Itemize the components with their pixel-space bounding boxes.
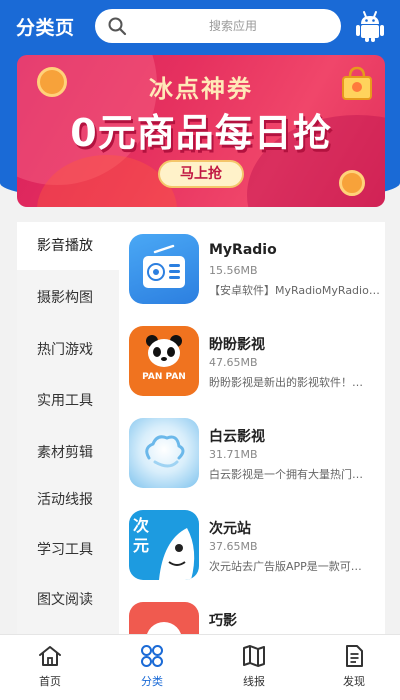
app-item-panpan[interactable]: PAN PAN 盼盼影视 47.65MB 盼盼影视是新出的影视软件！… [119, 314, 385, 406]
app-name: 盼盼影视 [209, 337, 265, 353]
app-size: 15.56MB [209, 264, 258, 277]
app-size: 47.65MB [209, 356, 258, 369]
category-item-reading[interactable]: 图文阅读 [17, 576, 119, 624]
category-item-utilities[interactable]: 实用工具 [17, 377, 119, 425]
app-description: 次元站去广告版APP是一款可… [209, 560, 362, 573]
app-name: 白云影视 [209, 429, 265, 445]
app-description: 白云影视是一个拥有大量热门… [209, 468, 363, 481]
category-item-promotions[interactable]: 活动线报 [17, 476, 119, 524]
app-description: 盼盼影视是新出的影视软件！… [209, 376, 363, 389]
category-page: 分类页 搜索应用 冰点神券 0元商品每日抢 马上抢 影音播放 摄影构图 热门游戏… [0, 0, 400, 700]
panda-icon: PAN PAN [129, 326, 199, 396]
anime-icon: 次元 [129, 510, 199, 580]
grab-now-button[interactable]: 马上抢 [158, 160, 244, 188]
search-input[interactable] [135, 9, 331, 43]
coin-decoration [339, 170, 365, 196]
bottom-tab-bar: 首页 分类 线报 发现 [0, 634, 400, 700]
tab-category[interactable]: 分类 [117, 641, 187, 697]
category-sidebar: 影音播放 摄影构图 热门游戏 实用工具 素材剪辑 活动线报 学习工具 图文阅读 [17, 222, 119, 634]
tab-discover[interactable]: 发现 [319, 641, 389, 697]
app-item-myradio[interactable]: MyRadio 15.56MB 【安卓软件】MyRadioMyRadio… [119, 222, 385, 314]
app-name: MyRadio [209, 242, 277, 258]
grid-icon [141, 645, 163, 667]
anime-logo-text: 次元 [133, 516, 150, 555]
page-title: 分类页 [16, 17, 75, 39]
cloud-icon [129, 418, 199, 488]
tab-home[interactable]: 首页 [15, 641, 85, 697]
banner-headline: 0元商品每日抢 [70, 111, 332, 155]
promo-banner[interactable]: 冰点神券 0元商品每日抢 马上抢 [17, 55, 385, 207]
category-item-photography[interactable]: 摄影构图 [17, 274, 119, 322]
app-list: MyRadio 15.56MB 【安卓软件】MyRadioMyRadio… PA… [119, 222, 385, 634]
map-icon [243, 645, 265, 667]
category-item-hot-games[interactable]: 热门游戏 [17, 326, 119, 374]
app-name: 巧影 [209, 613, 237, 629]
search-icon [108, 17, 127, 36]
category-item-learning[interactable]: 学习工具 [17, 526, 119, 574]
tab-label: 首页 [39, 675, 61, 688]
radio-icon [129, 234, 199, 304]
app-item-ciyuanzhan[interactable]: 次元 次元站 37.65MB 次元站去广告版APP是一款可… [119, 498, 385, 590]
home-icon [39, 646, 61, 666]
header: 分类页 [0, 0, 400, 52]
banner-subtitle: 冰点神券 [149, 75, 253, 103]
tab-label: 发现 [343, 675, 365, 688]
android-icon[interactable] [352, 8, 388, 44]
panpan-logo-text: PAN PAN [142, 372, 186, 382]
search-bar[interactable] [95, 9, 341, 43]
app-item-baiyun[interactable]: 白云影视 31.71MB 白云影视是一个拥有大量热门… [119, 406, 385, 498]
app-item-qiaoying[interactable]: 巧影 [119, 590, 385, 634]
category-item-editing[interactable]: 素材剪辑 [17, 429, 119, 477]
tab-label: 线报 [243, 675, 265, 688]
kinemaster-icon [129, 602, 199, 634]
app-size: 37.65MB [209, 540, 258, 553]
app-name: 次元站 [209, 521, 251, 537]
tab-label: 分类 [141, 675, 163, 688]
category-item-video-audio[interactable]: 影音播放 [17, 222, 119, 270]
document-icon [346, 645, 363, 667]
tab-news[interactable]: 线报 [219, 641, 289, 697]
category-content: 影音播放 摄影构图 热门游戏 实用工具 素材剪辑 活动线报 学习工具 图文阅读 [17, 222, 385, 634]
app-description: 【安卓软件】MyRadioMyRadio… [209, 284, 380, 297]
app-size: 31.71MB [209, 448, 258, 461]
